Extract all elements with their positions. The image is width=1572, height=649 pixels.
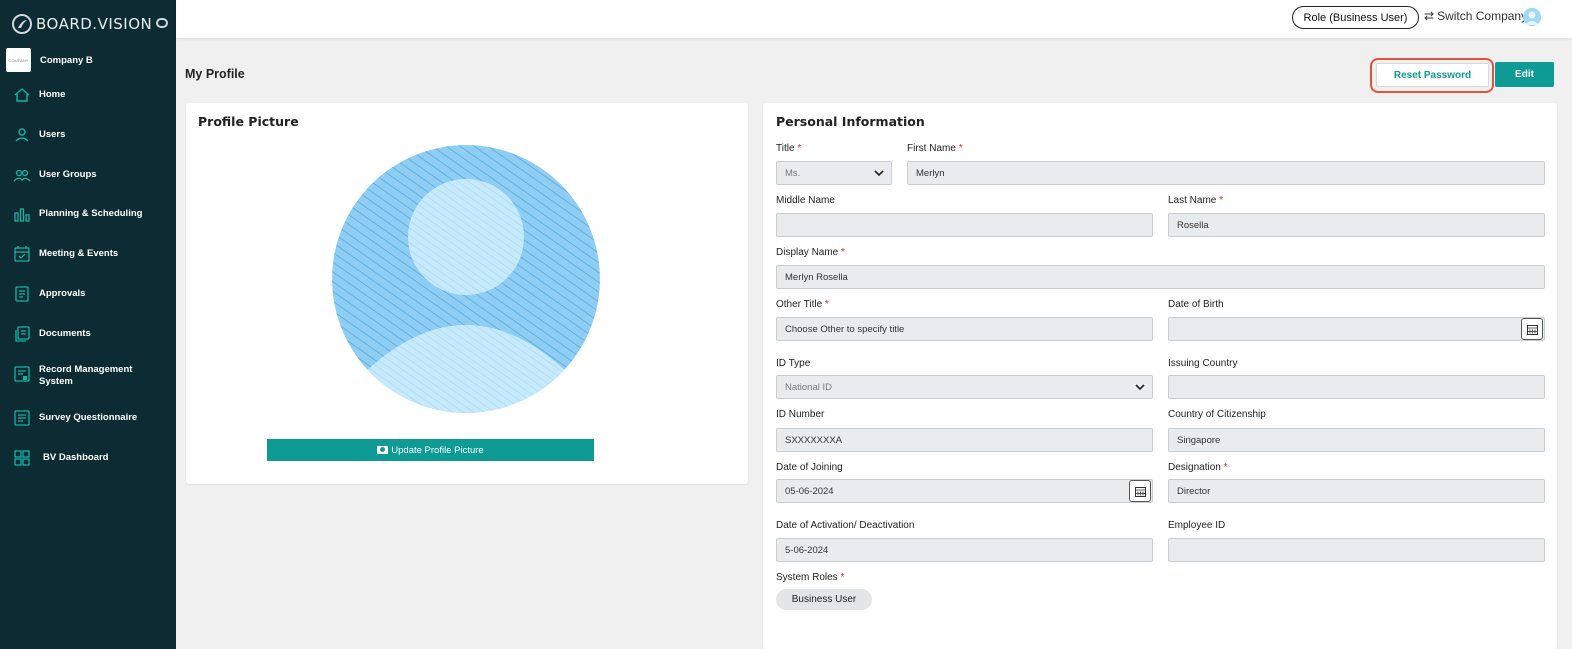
switch-company-button[interactable]: ⇄ Switch Company [1424,9,1527,23]
sidebar-item-label: Planning & Scheduling [39,208,143,219]
swap-icon: ⇄ [1424,9,1435,23]
designation-label: Designation * [1168,462,1228,473]
user-icon [15,128,29,142]
reset-password-button[interactable]: Reset Password [1376,63,1489,87]
sidebar-item-record-management[interactable]: Record Management System [0,364,176,390]
system-roles-label: System Roles * [776,572,845,583]
sidebar-item-label: Home [39,89,66,100]
sidebar-item-meetings[interactable]: Meeting & Events [0,245,176,263]
brand[interactable]: BOARD.VISION [12,12,168,36]
brand-name: BOARD.VISION [36,15,153,33]
id-type-select[interactable]: National ID [776,375,1153,399]
sidebar-toggle-icon[interactable] [156,18,168,28]
sidebar-item-label: Meeting & Events [39,248,119,259]
employee-id-label: Employee ID [1168,520,1226,531]
update-profile-picture-button[interactable]: Update Profile Picture [267,439,594,461]
calendar-check-icon [14,246,30,262]
chevron-down-icon [1135,384,1145,391]
company-name: Company B [40,54,93,66]
last-name-field[interactable]: Rosella [1168,213,1545,237]
brand-logo-icon [12,14,32,34]
profile-avatar [332,145,600,413]
company-switcher[interactable]: COMPANY Company B [6,48,93,72]
sidebar-item-approvals[interactable]: Approvals [0,285,176,303]
other-title-field[interactable]: Choose Other to specify title [776,317,1153,341]
designation-field[interactable]: Director [1168,479,1545,503]
last-name-label: Last Name * [1168,195,1224,206]
id-number-label: ID Number [776,409,825,420]
calendar-icon[interactable] [1521,318,1543,340]
card-title: Personal Information [776,114,925,129]
sidebar-item-survey[interactable]: Survey Questionnaire [0,409,176,427]
sidebar-item-label: BV Dashboard [43,452,109,463]
sidebar-item-label: Approvals [39,288,86,299]
first-name-label: First Name * [907,143,963,154]
middle-name-label: Middle Name [776,195,835,206]
user-avatar[interactable] [1523,8,1541,26]
calendar-icon[interactable] [1129,480,1151,502]
edit-button[interactable]: Edit [1495,62,1554,87]
sidebar-item-label: User Groups [39,169,97,180]
citizenship-field[interactable]: Singapore [1168,428,1545,452]
bar-chart-icon [14,208,30,222]
other-title-label: Other Title * [776,299,829,310]
role-button[interactable]: Role (Business User) [1292,6,1419,29]
update-profile-picture-label: Update Profile Picture [391,444,484,456]
record-icon [14,366,30,382]
sidebar: BOARD.VISION COMPANY Company B Home User… [0,0,176,649]
switch-company-label: Switch Company [1437,9,1528,23]
title-label: Title * [776,143,802,154]
sidebar-item-label: Survey Questionnaire [39,412,138,423]
date-of-birth-field[interactable] [1168,317,1545,341]
company-logo: COMPANY [6,48,31,72]
dashboard-grid-icon [14,450,30,466]
activation-date-field[interactable]: 5-06-2024 [776,538,1153,562]
id-type-label: ID Type [776,358,811,369]
sidebar-item-home[interactable]: Home [0,86,176,104]
id-number-field[interactable]: SXXXXXXXA [776,428,1153,452]
sidebar-item-label: Documents [39,328,91,339]
sidebar-item-planning[interactable]: Planning & Scheduling [0,205,176,223]
profile-picture-card: Profile Picture Update Profile Picture [186,103,748,484]
citizenship-label: Country of Citizenship [1168,409,1266,420]
sidebar-item-label: Record Management System [39,364,133,387]
middle-name-field[interactable] [776,213,1153,237]
title-select[interactable]: Ms. [776,161,892,185]
sidebar-item-user-groups[interactable]: User Groups [0,166,176,184]
date-of-joining-label: Date of Joining [776,462,843,473]
documents-icon [15,326,30,342]
display-name-field[interactable]: Merlyn Rosella [776,265,1545,289]
sidebar-item-documents[interactable]: Documents [0,325,176,343]
camera-icon [377,446,389,454]
top-bar: Role (Business User) ⇄ Switch Company [176,0,1572,38]
home-icon [14,88,30,102]
activation-date-label: Date of Activation/ Deactivation [776,520,915,531]
issuing-country-field[interactable] [1168,375,1545,399]
chevron-down-icon [874,170,884,177]
first-name-field[interactable]: Merlyn [907,161,1545,185]
card-title: Profile Picture [198,114,299,129]
users-icon [13,169,31,182]
date-of-joining-field[interactable]: 05-06-2024 [776,479,1153,503]
sidebar-item-bv-dashboard[interactable]: BV Dashboard [0,449,176,467]
role-chip: Business User [776,589,872,610]
employee-id-field[interactable] [1168,538,1545,562]
sidebar-item-users[interactable]: Users [0,126,176,144]
date-of-birth-label: Date of Birth [1168,299,1224,310]
sidebar-item-label: Users [39,129,66,140]
survey-icon [14,410,30,426]
display-name-label: Display Name * [776,247,845,258]
issuing-country-label: Issuing Country [1168,358,1238,369]
document-list-icon [15,286,29,302]
page-title: My Profile [185,67,245,81]
